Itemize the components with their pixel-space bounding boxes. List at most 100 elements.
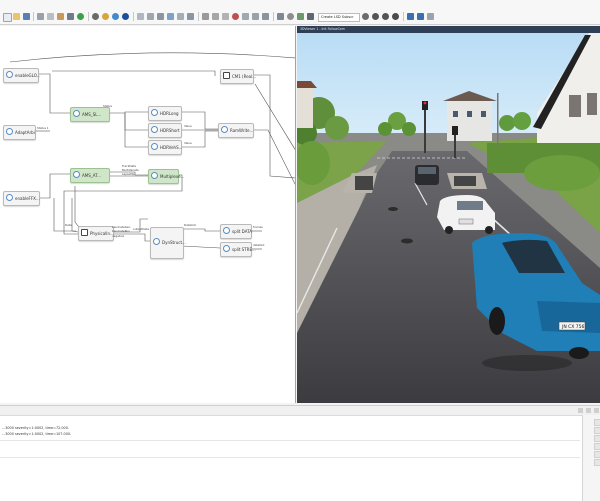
block-hdr-long[interactable]: HDRLong (148, 106, 182, 121)
block-adapt-arbi[interactable]: AdaptArbi (3, 125, 36, 140)
pause-icon[interactable] (122, 13, 129, 20)
block-split-data[interactable]: split DATA (220, 224, 252, 239)
console-header (0, 406, 600, 416)
forward-icon[interactable] (382, 13, 389, 20)
back-arrow-icon[interactable] (407, 13, 414, 20)
block-cm-real[interactable]: CM1 (Real... (220, 69, 257, 84)
port-label: frames (253, 225, 263, 229)
copy-log-button[interactable] (594, 435, 600, 442)
paste-icon[interactable] (57, 13, 64, 20)
viewer-title: 3DViewer 1 - Init FollowCam (300, 27, 345, 31)
port-label: baudrateRun (112, 229, 131, 233)
open-folder-icon[interactable] (13, 13, 20, 20)
stop-icon[interactable] (92, 13, 99, 20)
block-label: HDRVehS... (160, 145, 183, 150)
play-icon[interactable] (77, 13, 84, 20)
divider (0, 457, 580, 458)
port-label: Value (184, 141, 192, 145)
copy-icon[interactable] (47, 13, 54, 20)
port-label: Data (65, 223, 72, 227)
console-sidebar (582, 415, 600, 501)
port-label: outputData (133, 227, 149, 231)
divider (0, 440, 580, 441)
gear-icon[interactable] (362, 13, 369, 20)
block-status-icon (73, 110, 80, 117)
3d-viewer-panel[interactable]: 3DViewer 1 - Init FollowCam JN CX 756 (297, 26, 600, 403)
pen-icon[interactable] (202, 13, 209, 20)
block-label: HDRLong (160, 111, 179, 116)
window-icon[interactable] (427, 13, 434, 20)
forward-arrow-icon[interactable] (417, 13, 424, 20)
block-diagram-canvas[interactable]: enableGLO... AdaptArbi enableFFX... AMS_… (0, 26, 296, 403)
3d-scene[interactable]: JN CX 756 (297, 33, 600, 403)
block-status-icon (223, 227, 230, 234)
settings-icon[interactable] (287, 13, 294, 20)
marker-icon[interactable] (232, 13, 239, 20)
block-physical-in[interactable]: PhysicalIn... (78, 226, 114, 241)
step-icon[interactable] (112, 13, 119, 20)
gauge-icon[interactable] (242, 13, 249, 20)
export-icon[interactable] (262, 13, 269, 20)
fit-view-icon[interactable] (67, 13, 74, 20)
block-label: HDRShort (160, 128, 180, 133)
monitor-icon[interactable] (187, 13, 194, 20)
block-label: CM1 (Real... (232, 74, 257, 79)
grid-icon[interactable] (137, 13, 144, 20)
block-status-icon (151, 126, 158, 133)
block-ramwrite[interactable]: RamWrite... (218, 123, 254, 138)
block-label: RamWrite... (230, 128, 254, 133)
block-dyn-struct[interactable]: DynStruct... (150, 227, 186, 259)
rewind-icon[interactable] (372, 13, 379, 20)
new-file-icon[interactable] (3, 13, 12, 22)
block-status-icon (223, 245, 230, 252)
clear-button[interactable] (594, 427, 600, 434)
block-status-icon (6, 71, 13, 78)
camera-icon[interactable] (307, 13, 314, 20)
cut-icon[interactable] (37, 13, 44, 20)
block-label: AMS_AT... (82, 173, 101, 178)
probe-icon[interactable] (222, 13, 229, 20)
block-enable-glo[interactable]: enableGLO... (3, 68, 41, 83)
table-icon[interactable] (157, 13, 164, 20)
block-hdr-vehs[interactable]: HDRVehS... (148, 140, 182, 155)
export-log-button[interactable] (594, 451, 600, 458)
filter-button[interactable] (594, 419, 600, 426)
block-hdr-short[interactable]: HDRShort (148, 123, 182, 138)
block-multiplexer[interactable]: Multiplexe... (148, 169, 184, 184)
find-button[interactable] (594, 443, 600, 450)
viewer-title-bar: 3DViewer 1 - Init FollowCam (297, 26, 600, 33)
map-icon[interactable] (297, 13, 304, 20)
block-label: DynStruct... (162, 240, 186, 245)
license-plate: JN CX 756 (561, 324, 585, 330)
pin-icon[interactable] (578, 408, 583, 413)
log-line: ...3000 severity=1:0002, time=107.000. (2, 432, 72, 436)
block-ams-at[interactable]: AMS_AT... (70, 168, 110, 183)
brush-icon[interactable] (212, 13, 219, 20)
port-label: Status (103, 104, 112, 108)
chart-icon[interactable] (167, 13, 174, 20)
signal-icon[interactable] (177, 13, 184, 20)
block-split-stre[interactable]: split STRE... (220, 242, 256, 257)
block-label: Multiplexe... (160, 174, 185, 179)
settings-button[interactable] (594, 459, 600, 466)
dashboard-icon[interactable] (252, 13, 259, 20)
record-icon[interactable] (102, 13, 109, 20)
port-label: dataOut (253, 243, 265, 247)
block-status-icon (221, 126, 228, 133)
log-console[interactable]: ...3000 severity=1:0002, time=72.000. ..… (0, 405, 600, 501)
reload-icon[interactable] (392, 13, 399, 20)
maximize-icon[interactable] (586, 408, 591, 413)
port-label: Value (184, 124, 192, 128)
block-ams-sl[interactable]: AMS_SL... (70, 107, 110, 122)
link-icon[interactable] (277, 13, 284, 20)
block-status-icon (151, 109, 158, 116)
block-label: enableFFX... (15, 196, 40, 201)
block-label: PhysicalIn... (90, 231, 114, 236)
subscriber-search-input[interactable]: Create LSD Subscr (318, 13, 360, 22)
save-icon[interactable] (23, 13, 30, 20)
block-camera-icon (81, 229, 88, 236)
close-icon[interactable] (594, 408, 599, 413)
layout-icon[interactable] (147, 13, 154, 20)
block-enable-ffx[interactable]: enableFFX... (3, 191, 40, 206)
port-label: LapseMp (122, 172, 135, 176)
